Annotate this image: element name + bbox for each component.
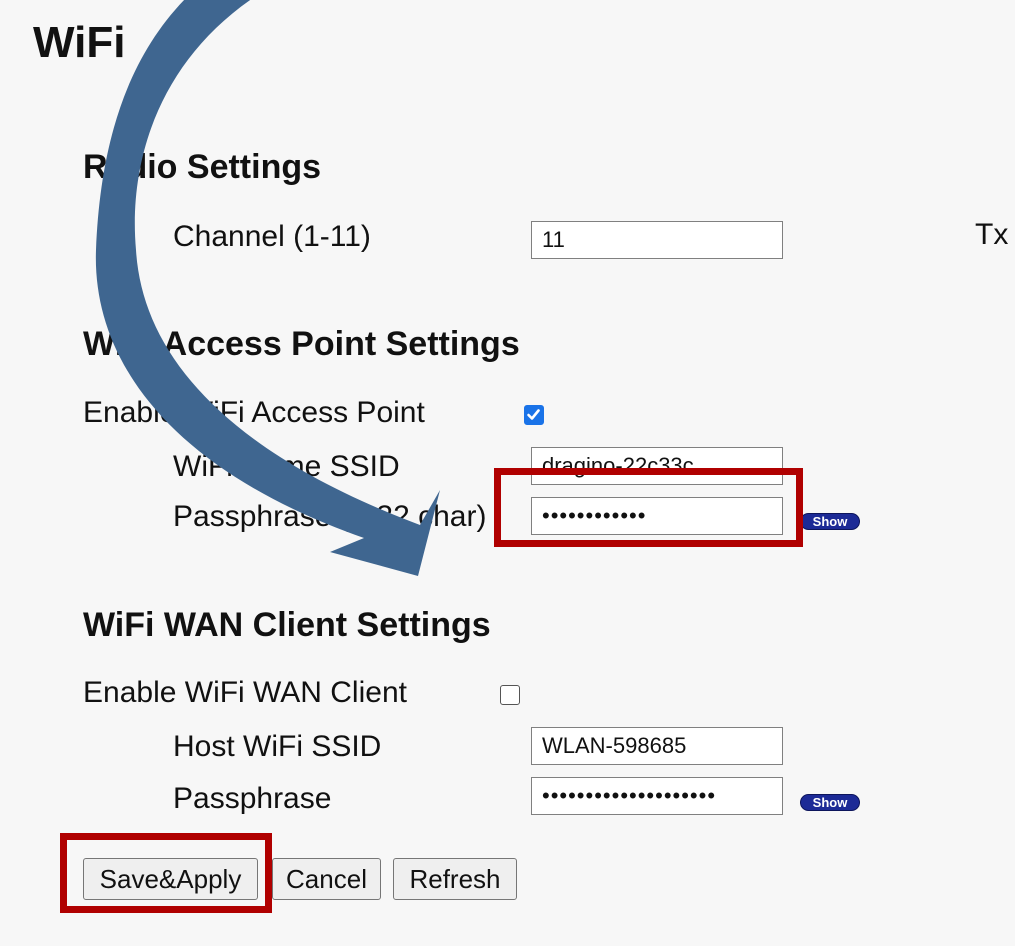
enable-ap-label: Enable WiFi Access Point: [83, 396, 425, 429]
ap-ssid-label: WiFi Name SSID: [173, 450, 400, 483]
wan-passphrase-label: Passphrase: [173, 782, 332, 815]
wan-passphrase-input[interactable]: [531, 777, 783, 815]
tx-label: Tx: [975, 218, 1009, 251]
checkmark-icon: [527, 409, 540, 420]
save-apply-button[interactable]: Save&Apply: [83, 858, 258, 900]
refresh-button[interactable]: Refresh: [393, 858, 517, 900]
curved-arrow-annotation: [95, 0, 440, 576]
channel-input[interactable]: [531, 221, 783, 259]
enable-wan-checkbox[interactable]: [500, 685, 520, 705]
cancel-button[interactable]: Cancel: [272, 858, 381, 900]
page-title: WiFi: [33, 18, 126, 67]
enable-ap-checkbox[interactable]: [524, 405, 544, 425]
ap-ssid-input[interactable]: [531, 447, 783, 485]
ap-passphrase-input[interactable]: [531, 497, 783, 535]
radio-settings-heading: Radio Settings: [83, 148, 322, 186]
ap-show-passphrase-button[interactable]: Show: [800, 513, 860, 530]
ap-passphrase-label: Passphrase (8-32 char): [173, 500, 487, 533]
wifi-settings-page: WiFi Radio Settings Channel (1-11) Tx Wi…: [0, 0, 1015, 946]
enable-wan-label: Enable WiFi WAN Client: [83, 676, 407, 709]
channel-label: Channel (1-11): [173, 220, 371, 253]
wan-show-passphrase-button[interactable]: Show: [800, 794, 860, 811]
wan-settings-heading: WiFi WAN Client Settings: [83, 606, 491, 644]
host-ssid-input[interactable]: [531, 727, 783, 765]
host-ssid-label: Host WiFi SSID: [173, 730, 382, 763]
ap-settings-heading: WiFi Access Point Settings: [83, 325, 520, 363]
